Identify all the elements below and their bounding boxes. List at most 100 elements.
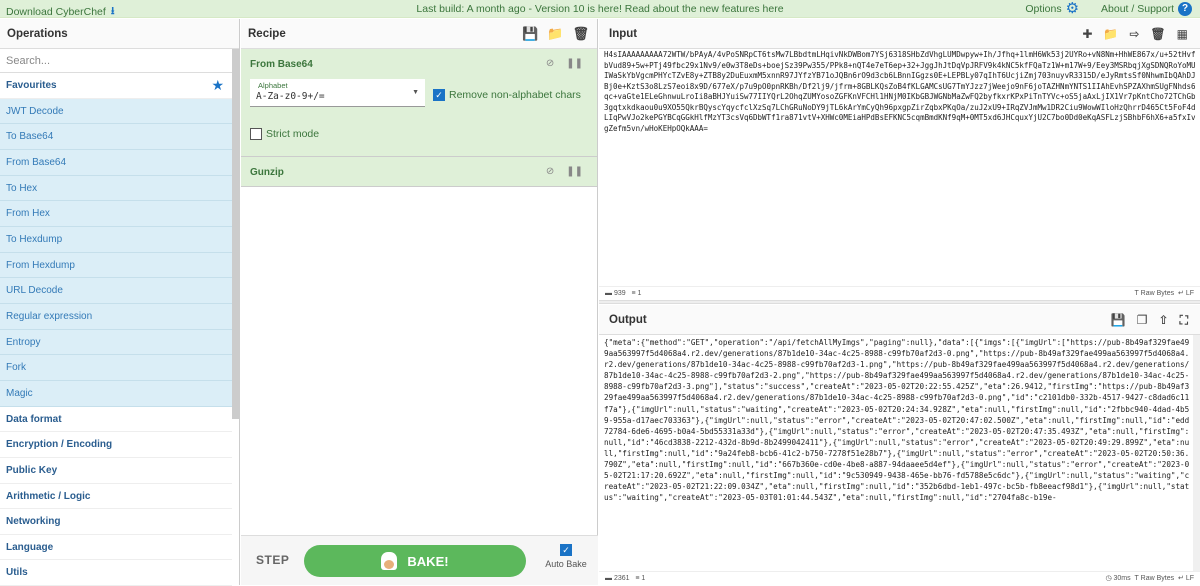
checkbox-checked-icon[interactable]: ✓ (560, 544, 572, 556)
operations-title: Operations (0, 19, 239, 49)
io-pane: Input ✚ 📁 ⇨ 🗑 ▦ H4sIAAAAAAAAA72WTW/bPAyA… (599, 19, 1200, 585)
about-link[interactable]: About / Support (1101, 3, 1174, 15)
remove-non-alphabet-checkbox[interactable]: ✓ Remove non-alphabet chars (433, 89, 581, 101)
operation-item[interactable]: To Base64 (0, 124, 232, 150)
output-status-bar: ▬ 2361 ≡ 1 ◷ 30ms T Raw Bytes ↵ LF (599, 571, 1200, 585)
alphabet-select[interactable]: Alphabet A-Za-z0-9+/= ▼ (250, 79, 425, 107)
star-icon[interactable]: ★ (211, 73, 224, 99)
input-title: Input (609, 28, 638, 40)
replace-input-icon[interactable]: ⇧ (1159, 305, 1169, 335)
recipe-header: Recipe 💾 📁 🗑 (241, 19, 597, 49)
operation-item[interactable]: JWT Decode (0, 98, 232, 125)
input-textarea[interactable]: H4sIAAAAAAAAA72WTW/bPAyA/4vPoSNRpCT6tsMw… (604, 50, 1196, 300)
recipe-op-from-base64[interactable]: From Base64 ⊘ ❚❚ Alphabet A-Za-z0-9+/= ▼… (241, 49, 597, 157)
recipe-op-gunzip[interactable]: Gunzip ⊘ ❚❚ (241, 157, 597, 187)
output-eol[interactable]: LF (1186, 575, 1194, 582)
bake-label: BAKE! (407, 553, 449, 569)
pause-icon[interactable]: ❚❚ (566, 166, 583, 177)
operation-category[interactable]: Data format (0, 407, 232, 433)
favourites-label: Favourites (6, 80, 57, 91)
operation-item[interactable]: To Hexdump (0, 227, 232, 253)
input-eol[interactable]: LF (1186, 290, 1194, 297)
save-output-icon[interactable]: 💾 (1111, 305, 1126, 335)
output-title: Output (609, 314, 647, 326)
help-icon[interactable]: ? (1178, 1, 1192, 16)
operation-category[interactable]: Language (0, 535, 232, 561)
build-notice[interactable]: Last build: A month ago - Version 10 is … (0, 3, 1200, 15)
op-title: From Base64 (250, 59, 313, 70)
checkbox-checked-icon[interactable]: ✓ (433, 89, 445, 101)
open-file-icon[interactable]: ⇨ (1129, 19, 1139, 49)
copy-icon[interactable]: ❐ (1137, 305, 1148, 335)
alphabet-value: A-Za-z0-9+/= (256, 91, 325, 102)
chevron-down-icon: ▼ (412, 89, 419, 96)
auto-bake-label: Auto Bake (545, 559, 587, 569)
text-encoding-icon[interactable]: T (1135, 290, 1139, 297)
input-lines: 1 (637, 290, 642, 297)
operation-category[interactable]: Networking (0, 509, 232, 535)
pause-icon[interactable]: ❚❚ (566, 58, 583, 69)
bake-controls: STEP BAKE! ✓ Auto Bake (241, 535, 598, 585)
operation-category[interactable]: Arithmetic / Logic (0, 484, 232, 510)
lines-icon: ≡ (635, 575, 640, 582)
operation-item[interactable]: Regular expression (0, 304, 232, 330)
trash-icon[interactable]: 🗑 (572, 19, 589, 49)
recipe-pane: Recipe 💾 📁 🗑 From Base64 ⊘ ❚❚ Alphabet A… (241, 19, 598, 585)
io-splitter[interactable] (599, 300, 1200, 304)
recipe-title: Recipe (248, 28, 286, 40)
folder-icon[interactable]: 📁 (547, 19, 563, 49)
categories-list: Data format Encryption / Encoding Public K… (0, 407, 239, 586)
bake-button[interactable]: BAKE! (304, 545, 526, 577)
category-favourites[interactable]: Favourites ★ (0, 73, 232, 99)
operation-item[interactable]: To Hex (0, 175, 232, 202)
operation-item[interactable]: Fork (0, 355, 232, 382)
checkbox-unchecked-icon[interactable] (250, 128, 262, 140)
remove-label: Remove non-alphabet chars (449, 89, 581, 101)
output-header: Output 💾 ❐ ⇧ ⛶ (599, 305, 1200, 335)
operation-category[interactable]: Public Key (0, 458, 232, 484)
clear-input-icon[interactable]: 🗑 (1150, 19, 1165, 49)
add-tab-icon[interactable]: ✚ (1082, 19, 1092, 49)
length-icon: ▬ (605, 575, 612, 582)
strict-label: Strict mode (266, 128, 320, 140)
operation-item[interactable]: Magic (0, 381, 232, 407)
step-button[interactable]: STEP (256, 553, 289, 567)
operation-item[interactable]: From Hex (0, 201, 232, 228)
favourites-list: JWT Decode To Base64 From Base64 To Hex From… (0, 98, 239, 407)
disable-icon[interactable]: ⊘ (546, 166, 554, 177)
auto-bake-checkbox[interactable]: ✓ Auto Bake (541, 544, 591, 569)
save-icon[interactable]: 💾 (522, 19, 538, 49)
bake-time: 30ms (1113, 575, 1131, 582)
operations-search-input[interactable]: Search... (0, 49, 239, 73)
operations-scrollbar[interactable] (232, 49, 239, 419)
clock-icon: ◷ (1105, 575, 1112, 582)
eol-icon[interactable]: ↵ (1178, 290, 1184, 297)
alphabet-label: Alphabet (258, 81, 288, 90)
operation-category[interactable]: Encryption / Encoding (0, 432, 232, 459)
strict-mode-checkbox[interactable]: Strict mode (250, 128, 319, 140)
eol-icon[interactable]: ↵ (1178, 575, 1184, 582)
open-folder-icon[interactable]: 📁 (1103, 19, 1118, 49)
options-link[interactable]: Options (1025, 3, 1061, 15)
operation-item[interactable]: URL Decode (0, 278, 232, 305)
output-textarea[interactable]: {"meta":{"method":"GET","operation":"/ap… (604, 337, 1192, 571)
maximize-icon[interactable]: ⛶ (1180, 305, 1188, 335)
gear-icon[interactable]: ⚙ (1066, 1, 1079, 16)
input-raw-bytes[interactable]: Raw Bytes (1141, 290, 1174, 297)
layout-icon[interactable]: ▦ (1177, 19, 1188, 49)
output-lines: 1 (641, 575, 646, 582)
operation-item[interactable]: From Base64 (0, 149, 232, 176)
output-scrollbar[interactable] (1193, 335, 1200, 571)
top-banner: Download CyberChef ⭳ Last build: A month… (0, 0, 1200, 18)
operation-item[interactable]: From Hexdump (0, 252, 232, 279)
length-icon: ▬ (605, 290, 612, 297)
disable-icon[interactable]: ⊘ (546, 58, 554, 69)
input-status-bar: ▬ 939 ≡ 1 T Raw Bytes ↵ LF (599, 286, 1200, 300)
operation-category[interactable]: Utils (0, 560, 232, 586)
text-encoding-icon[interactable]: T (1135, 575, 1139, 582)
operation-item[interactable]: Entropy (0, 329, 232, 356)
chef-icon (381, 552, 398, 570)
input-length: 939 (613, 290, 626, 297)
output-raw-bytes[interactable]: Raw Bytes (1141, 575, 1174, 582)
output-length: 2361 (613, 575, 630, 582)
